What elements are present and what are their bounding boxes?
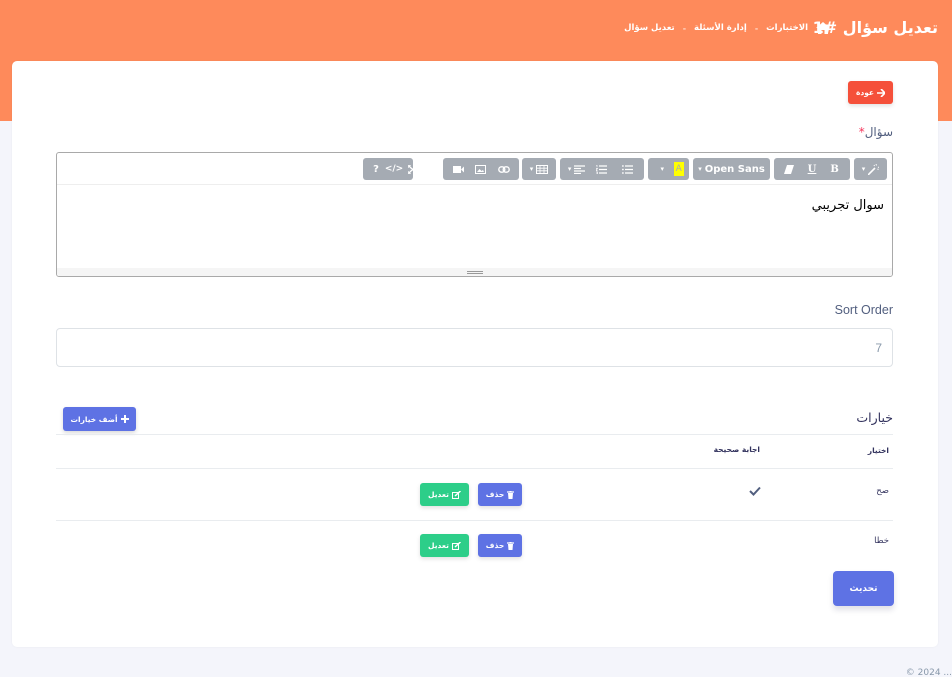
plus-icon	[120, 415, 129, 423]
edit-label: تعديل	[428, 490, 449, 499]
choices-title: خيارات	[856, 410, 893, 425]
question-label-text: سؤال	[864, 125, 893, 139]
footer-text: © 2024 ...	[905, 668, 952, 677]
back-button[interactable]: عودة	[848, 81, 893, 104]
add-choices-label: أضف خيارات	[70, 414, 118, 424]
back-label: عودة	[855, 88, 875, 97]
edit-icon	[451, 490, 461, 499]
question-text-area[interactable]: سوال تجريبي	[57, 185, 892, 268]
align-icon[interactable]: ▾	[568, 160, 586, 178]
table-icon[interactable]: ▾	[530, 160, 549, 178]
check-icon	[749, 486, 761, 496]
add-choices-button[interactable]: أضف خيارات	[63, 407, 136, 431]
trash-icon	[507, 490, 515, 499]
breadcrumb-separator: -	[682, 23, 687, 33]
magic-wand-icon[interactable]: ▾	[862, 160, 880, 178]
update-button[interactable]: تحديث	[833, 571, 894, 606]
question-editor[interactable]: ? </> ▾ ▾ ▾ A ▾ Open Sans U B ▾ سوال تجر…	[56, 152, 893, 277]
color-dropdown-icon[interactable]: ▾	[653, 160, 671, 178]
fullscreen-icon[interactable]	[403, 160, 421, 178]
toolbar-group-style: U B	[774, 158, 850, 180]
toolbar-group-insert	[443, 158, 519, 180]
help-icon[interactable]: ?	[367, 160, 385, 178]
toolbar-group-color: ▾ A	[648, 158, 689, 180]
choice-text: خطا	[874, 536, 889, 546]
update-label: تحديث	[849, 583, 878, 594]
unordered-list-icon[interactable]	[618, 160, 636, 178]
toolbar-group-font: ▾ Open Sans	[693, 158, 770, 180]
toolbar-group-paragraph: ▾	[560, 158, 644, 180]
breadcrumb-item-tests[interactable]: الاختبارات	[766, 23, 808, 33]
home-icon[interactable]	[816, 22, 830, 34]
video-icon[interactable]	[449, 160, 467, 178]
table-row-border	[56, 520, 893, 521]
ordered-list-icon[interactable]	[593, 160, 611, 178]
trash-icon	[507, 541, 515, 550]
toolbar-group-table: ▾	[522, 158, 556, 180]
sort-order-label: Sort Order	[834, 303, 893, 317]
edit-label: تعديل	[428, 541, 449, 550]
breadcrumb-item-edit: تعديل سؤال	[624, 23, 675, 33]
breadcrumb: الاختبارات - إدارة الأسئلة - تعديل سؤال	[624, 22, 830, 34]
grip-icon	[466, 270, 483, 274]
main-card: عودة سؤال* ? </> ▾ ▾ ▾ A ▾ Open Sans U B…	[12, 61, 938, 647]
delete-label: حذف	[485, 541, 505, 550]
font-family-label: Open Sans	[704, 163, 765, 175]
image-icon[interactable]	[472, 160, 490, 178]
underline-icon[interactable]: U	[803, 160, 821, 178]
editor-resize-handle[interactable]	[57, 268, 892, 276]
edit-button[interactable]: تعديل	[420, 534, 469, 557]
column-header-choice: اختيار	[867, 446, 889, 455]
font-family-select[interactable]: ▾ Open Sans	[698, 160, 765, 178]
sort-order-value: 7	[875, 340, 882, 355]
delete-button[interactable]: حذف	[478, 483, 522, 506]
highlight-color-icon[interactable]: A	[673, 162, 684, 176]
breadcrumb-item-questions[interactable]: إدارة الأسئلة	[694, 23, 747, 33]
sort-order-input[interactable]: 7	[56, 328, 893, 367]
bold-icon[interactable]: B	[826, 160, 844, 178]
question-label: سؤال*	[855, 125, 893, 139]
page-title: تعديل سؤال #1	[813, 18, 938, 37]
toolbar-group-misc: ? </>	[363, 158, 417, 180]
question-text: سوال تجريبي	[811, 198, 884, 213]
editor-toolbar: ? </> ▾ ▾ ▾ A ▾ Open Sans U B ▾	[57, 153, 892, 185]
link-icon[interactable]	[495, 160, 513, 178]
toolbar-group-magic: ▾	[854, 158, 887, 180]
code-view-icon[interactable]: </>	[385, 160, 403, 178]
edit-icon	[451, 541, 461, 550]
edit-button[interactable]: تعديل	[420, 483, 469, 506]
breadcrumb-separator: -	[754, 23, 759, 33]
arrow-right-icon	[877, 88, 886, 97]
eraser-icon[interactable]	[780, 160, 798, 178]
delete-label: حذف	[485, 490, 505, 499]
choice-text: صح	[876, 486, 889, 496]
table-header-border	[56, 468, 893, 469]
table-top-border	[56, 434, 893, 435]
column-header-correct: اجابة صحيحة	[713, 445, 760, 454]
delete-button[interactable]: حذف	[478, 534, 522, 557]
